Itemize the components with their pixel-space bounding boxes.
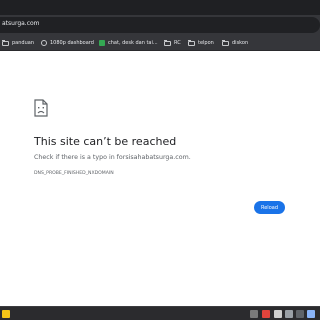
- reload-button[interactable]: Reload: [254, 201, 285, 214]
- bookmark-label: 1080p dashboard: [50, 40, 94, 46]
- bookmark-chat-desk[interactable]: chat, desk dan tai...: [99, 38, 158, 48]
- sad-page-icon: [34, 99, 48, 117]
- bookmark-diskon[interactable]: diskon: [222, 38, 248, 48]
- bookmark-panduan[interactable]: panduan: [2, 38, 34, 48]
- error-code: DNS_PROBE_FINISHED_NXDOMAIN: [34, 171, 114, 176]
- folder-icon: [2, 39, 9, 46]
- app-icon[interactable]: [274, 310, 282, 318]
- app-icon[interactable]: [296, 310, 304, 318]
- screen: atsurga.com panduan 1080p dashboard chat…: [0, 0, 320, 320]
- red-app-icon[interactable]: [262, 310, 270, 318]
- app-icon[interactable]: [285, 310, 293, 318]
- yellow-app-icon[interactable]: [2, 310, 10, 318]
- bookmark-label: RC: [174, 40, 181, 46]
- bookmark-1080p-dashboard[interactable]: 1080p dashboard: [41, 38, 94, 48]
- globe-icon: [41, 40, 47, 46]
- tab-strip: [0, 0, 320, 15]
- address-bar-row: atsurga.com: [0, 15, 320, 35]
- bookmark-label: chat, desk dan tai...: [108, 40, 158, 46]
- bookmark-label: panduan: [12, 40, 34, 46]
- folder-icon: [222, 39, 229, 46]
- bookmark-label: telpon: [198, 40, 214, 46]
- bookmark-rc[interactable]: RC: [164, 38, 181, 48]
- url-text: atsurga.com: [2, 20, 40, 27]
- bookmark-telpon[interactable]: telpon: [188, 38, 214, 48]
- folder-icon: [164, 39, 171, 46]
- taskbar: [0, 306, 320, 320]
- folder-icon: [188, 39, 195, 46]
- app-icon[interactable]: [307, 310, 315, 318]
- bookmark-label: diskon: [232, 40, 249, 46]
- bookmarks-bar: panduan 1080p dashboard chat, desk dan t…: [0, 35, 320, 51]
- error-description: Check if there is a typo in forsisahabat…: [34, 154, 191, 161]
- app-icon[interactable]: [250, 310, 258, 318]
- leaf-icon: [99, 40, 105, 46]
- page-title: This site can’t be reached: [34, 135, 177, 148]
- address-bar[interactable]: atsurga.com: [0, 17, 320, 33]
- error-page: This site can’t be reached Check if ther…: [0, 51, 320, 306]
